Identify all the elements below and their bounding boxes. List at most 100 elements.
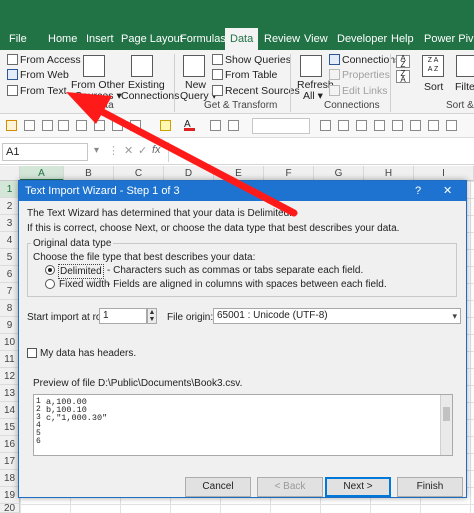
toolbar-input[interactable]: [252, 118, 310, 134]
column-header[interactable]: E: [214, 166, 264, 181]
file-preview[interactable]: 1 a,100.00 2 b,100.10 3 c,"1,000.30" 4 5…: [33, 394, 453, 456]
scrollbar-thumb[interactable]: [443, 407, 450, 421]
tab-data[interactable]: Data: [225, 28, 259, 50]
row-header[interactable]: 3: [0, 215, 20, 232]
tab-review[interactable]: Review: [264, 30, 300, 48]
row-header[interactable]: 2: [0, 198, 20, 215]
row-header[interactable]: 11: [0, 351, 20, 368]
row-header[interactable]: 9: [0, 317, 20, 334]
fixed-width-radio[interactable]: [45, 279, 55, 289]
cancel-icon[interactable]: ✕: [124, 144, 133, 157]
column-header[interactable]: H: [364, 166, 414, 181]
row-header[interactable]: 13: [0, 385, 20, 402]
fill-color-icon[interactable]: [160, 120, 171, 131]
tab-developer[interactable]: Developer: [337, 30, 387, 48]
row-header[interactable]: 18: [0, 470, 20, 487]
properties-icon: [329, 69, 340, 80]
row-header[interactable]: 20: [0, 504, 20, 513]
toolbar-icon[interactable]: [76, 120, 87, 131]
sort-button[interactable]: Sort: [424, 80, 443, 94]
from-text-button[interactable]: From Text: [7, 84, 66, 98]
cancel-button[interactable]: Cancel: [185, 477, 251, 497]
headers-label[interactable]: My data has headers.: [40, 347, 136, 360]
row-header[interactable]: 19: [0, 487, 20, 504]
row-header[interactable]: 17: [0, 453, 20, 470]
close-icon[interactable]: ✕: [443, 181, 452, 201]
row-header[interactable]: 4: [0, 232, 20, 249]
properties-button[interactable]: Properties: [329, 68, 390, 82]
row-header[interactable]: 6: [0, 266, 20, 283]
column-header[interactable]: A: [20, 166, 64, 181]
toolbar-icon[interactable]: [410, 120, 421, 131]
file-origin-select[interactable]: 65001 : Unicode (UTF-8) ▾: [213, 308, 461, 324]
toolbar-icon[interactable]: [24, 120, 35, 131]
text-import-wizard-dialog: Text Import Wizard - Step 1 of 3 ? ✕ The…: [18, 180, 467, 498]
filter-button[interactable]: Filte: [455, 80, 474, 94]
headers-checkbox[interactable]: [27, 348, 37, 358]
tab-file[interactable]: File: [9, 30, 27, 48]
chevron-down-icon[interactable]: ▾: [94, 145, 99, 156]
start-row-input[interactable]: 1: [99, 308, 147, 324]
toolbar-icon[interactable]: [112, 120, 123, 131]
tab-help[interactable]: Help: [391, 30, 414, 48]
formula-input[interactable]: [168, 142, 472, 162]
column-header[interactable]: I: [414, 166, 474, 181]
edit-links-button[interactable]: Edit Links: [329, 84, 388, 98]
from-table-button[interactable]: From Table: [212, 68, 277, 82]
sort-a-z-icon[interactable]: AZ: [396, 55, 410, 69]
font-color-icon[interactable]: A: [184, 120, 195, 131]
row-header[interactable]: 15: [0, 419, 20, 436]
camera-icon[interactable]: [338, 120, 349, 131]
select-all-corner[interactable]: [0, 166, 20, 181]
tab-insert[interactable]: Insert: [86, 30, 114, 48]
column-header[interactable]: G: [314, 166, 364, 181]
fixed-width-label[interactable]: Fixed width: [59, 278, 110, 291]
tab-view[interactable]: View: [304, 30, 328, 48]
column-header[interactable]: F: [264, 166, 314, 181]
finish-button[interactable]: Finish: [397, 477, 463, 497]
column-header[interactable]: C: [114, 166, 164, 181]
back-button[interactable]: < Back: [257, 477, 323, 497]
toolbar-icon[interactable]: [446, 120, 457, 131]
column-header[interactable]: B: [64, 166, 114, 181]
delimited-label[interactable]: Delimited: [58, 264, 104, 279]
column-header[interactable]: D: [164, 166, 214, 181]
start-row-stepper[interactable]: ▲ ▼: [147, 308, 157, 324]
from-web-button[interactable]: From Web: [7, 68, 69, 82]
from-access-button[interactable]: From Access: [7, 53, 81, 67]
name-box[interactable]: A1: [2, 143, 88, 161]
preview-scrollbar[interactable]: [440, 395, 452, 455]
toolbar-icon[interactable]: [228, 120, 239, 131]
tab-home[interactable]: Home: [48, 30, 77, 48]
toolbar-icon[interactable]: [210, 120, 221, 131]
enter-icon[interactable]: ✓: [138, 144, 147, 157]
row-header[interactable]: 1: [0, 181, 20, 198]
toolbar-icon[interactable]: [320, 120, 331, 131]
toolbar-icon[interactable]: [42, 120, 53, 131]
show-queries-button[interactable]: Show Queries: [212, 53, 291, 67]
tab-formulas[interactable]: Formulas: [180, 30, 226, 48]
row-header[interactable]: 5: [0, 249, 20, 266]
toolbar-icon[interactable]: [130, 120, 141, 131]
row-header[interactable]: 7: [0, 283, 20, 300]
toolbar-icon[interactable]: [374, 120, 385, 131]
toolbar-icon[interactable]: [58, 120, 69, 131]
next-button[interactable]: Next >: [325, 477, 391, 497]
toolbar-icon[interactable]: [392, 120, 403, 131]
toolbar-icon[interactable]: [6, 120, 17, 131]
recent-sources-button[interactable]: Recent Sources: [212, 84, 300, 98]
tab-power-pivot[interactable]: Power Pivot: [424, 30, 474, 48]
row-header[interactable]: 8: [0, 300, 20, 317]
row-header[interactable]: 14: [0, 402, 20, 419]
toolbar-icon[interactable]: [428, 120, 439, 131]
toolbar-icon[interactable]: [356, 120, 367, 131]
help-button[interactable]: ?: [415, 181, 421, 201]
tab-page-layout[interactable]: Page Layout: [121, 30, 183, 48]
row-header[interactable]: 12: [0, 368, 20, 385]
toolbar-icon[interactable]: [94, 120, 105, 131]
delimited-radio[interactable]: [45, 265, 55, 275]
row-header[interactable]: 10: [0, 334, 20, 351]
insert-function-icon[interactable]: fx: [152, 144, 161, 156]
sort-z-a-icon[interactable]: ZA: [396, 70, 410, 84]
row-header[interactable]: 16: [0, 436, 20, 453]
